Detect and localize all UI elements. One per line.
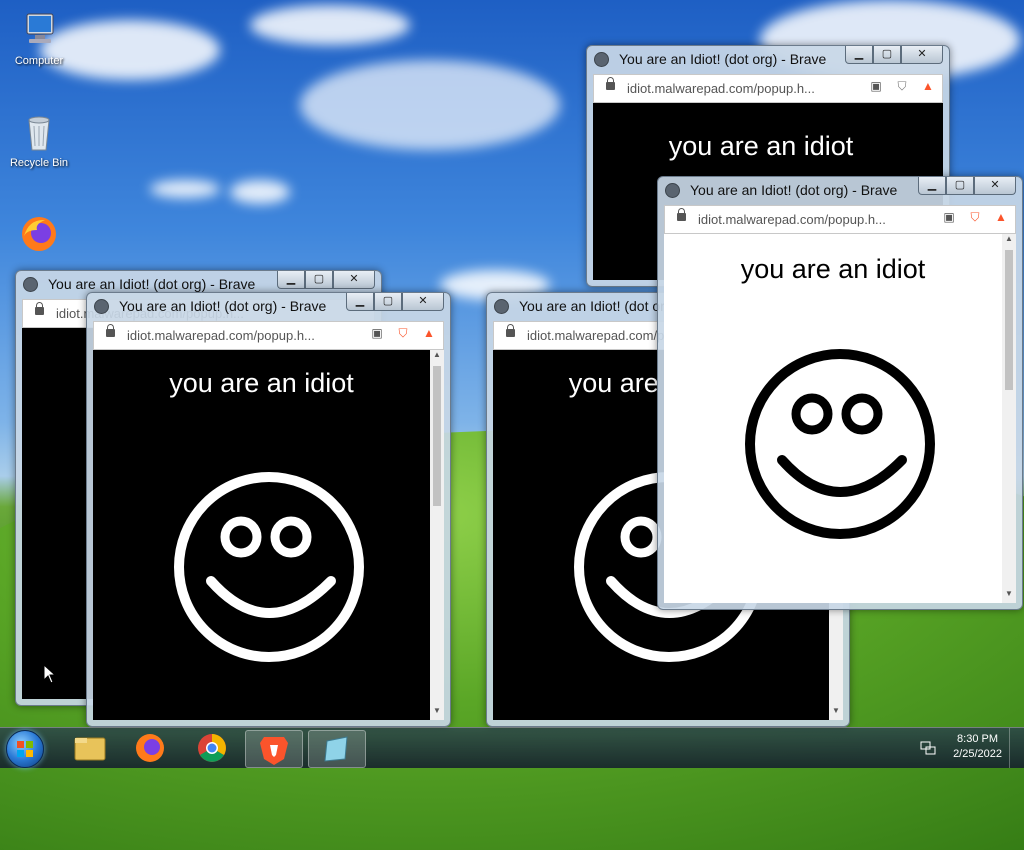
close-button[interactable]: ✕ [974, 177, 1016, 195]
globe-icon [665, 183, 680, 198]
window-titlebar[interactable]: You are an Idiot! (dot org) - Brave ▁ ▢ … [587, 46, 949, 72]
scroll-down-arrow[interactable]: ▼ [829, 706, 843, 720]
maximize-button[interactable]: ▢ [946, 177, 974, 195]
brave-icon [260, 737, 288, 765]
minimize-button[interactable]: ▁ [346, 293, 374, 311]
desktop-icon-label: Computer [14, 55, 64, 67]
taskbar: 8:30 PM 2/25/2022 [0, 727, 1024, 768]
scroll-up-arrow[interactable]: ▲ [430, 350, 444, 364]
network-icon[interactable] [920, 740, 936, 756]
taskbar-window-switcher[interactable] [308, 730, 366, 768]
clock-date: 2/25/2022 [953, 748, 1002, 760]
idiot-message: you are an idiot [668, 131, 854, 161]
show-desktop-button[interactable] [1009, 728, 1024, 768]
idiot-message: you are an idiot [169, 368, 354, 398]
taskbar-firefox[interactable] [122, 730, 178, 766]
lock-icon [606, 77, 615, 90]
minimize-button[interactable]: ▁ [845, 46, 873, 64]
lock-icon [106, 324, 115, 337]
taskbar-chrome[interactable] [184, 730, 240, 766]
lock-icon [35, 302, 44, 315]
brave-rewards-icon[interactable]: ▲ [920, 78, 936, 94]
maximize-button[interactable]: ▢ [374, 293, 402, 311]
url-text: idiot.malwarepad.com/popup.h... [698, 212, 886, 227]
close-button[interactable]: ✕ [901, 46, 943, 64]
brave-rewards-icon[interactable]: ▲ [993, 209, 1009, 225]
close-button[interactable]: ✕ [402, 293, 444, 311]
taskbar-file-explorer[interactable] [62, 730, 118, 766]
brave-shield-icon[interactable]: ⛉ [967, 209, 983, 225]
window-title: You are an Idiot! (dot org) - Brave [119, 298, 327, 314]
scrollbar-thumb[interactable] [1005, 250, 1013, 390]
scroll-down-arrow[interactable]: ▼ [1002, 589, 1016, 603]
idiot-message: you are an idiot [740, 254, 926, 284]
system-tray: 8:30 PM 2/25/2022 [914, 728, 1024, 768]
site-settings-icon[interactable]: ▣ [369, 325, 385, 341]
start-button[interactable] [6, 730, 44, 768]
desktop-icon-computer[interactable]: Computer [4, 10, 74, 67]
close-button[interactable]: ✕ [333, 271, 375, 289]
scrollbar-thumb[interactable] [433, 366, 441, 506]
lock-icon [506, 324, 515, 337]
globe-icon [494, 299, 509, 314]
site-settings-icon[interactable]: ▣ [868, 78, 884, 94]
address-bar[interactable]: idiot.malwarepad.com/popup.h... ▣ ⛉ ▲ [93, 321, 444, 350]
popup-window-left-front[interactable]: You are an Idiot! (dot org) - Brave ▁ ▢ … [86, 292, 451, 727]
window-switcher-icon [324, 736, 348, 762]
scroll-up-arrow[interactable]: ▲ [1002, 234, 1016, 248]
page-content: you are an idiot ▲ ▼ [664, 234, 1016, 603]
lock-icon [677, 208, 686, 221]
url-text: idiot.malwarepad.com/popup.h... [627, 81, 815, 96]
windows-logo-icon [17, 741, 33, 757]
chrome-icon [198, 734, 226, 762]
url-text: idiot.malwarepad.com/popup.h... [127, 328, 315, 343]
vertical-scrollbar[interactable]: ▲ ▼ [430, 350, 444, 720]
minimize-button[interactable]: ▁ [277, 271, 305, 289]
taskbar-brave[interactable] [245, 730, 303, 768]
recycle-bin-icon [28, 116, 50, 151]
vertical-scrollbar[interactable]: ▲ ▼ [1002, 234, 1016, 603]
clock[interactable]: 8:30 PM 2/25/2022 [953, 732, 1002, 762]
firefox-icon [22, 217, 56, 251]
maximize-button[interactable]: ▢ [305, 271, 333, 289]
scroll-down-arrow[interactable]: ▼ [430, 706, 444, 720]
clock-time: 8:30 PM [957, 733, 999, 745]
window-titlebar[interactable]: You are an Idiot! (dot org) - Brave ▁ ▢ … [658, 177, 1022, 203]
computer-icon [26, 13, 54, 43]
smiley-face-icon [174, 472, 364, 662]
firefox-icon [136, 734, 164, 762]
window-title: You are an Idiot! (dot org) - Brave [48, 276, 256, 292]
smiley-face-icon [745, 349, 935, 539]
brave-shield-icon[interactable]: ⛉ [894, 78, 910, 94]
desktop-icon-recycle-bin[interactable]: Recycle Bin [4, 112, 74, 169]
window-title: You are an Idiot! (dot org) - Brave [690, 182, 898, 198]
window-titlebar[interactable]: You are an Idiot! (dot org) - Brave ▁ ▢ … [87, 293, 450, 319]
desktop-icon-firefox[interactable] [4, 214, 74, 259]
globe-icon [594, 52, 609, 67]
popup-window-right-front[interactable]: You are an Idiot! (dot org) - Brave ▁ ▢ … [657, 176, 1023, 610]
maximize-button[interactable]: ▢ [873, 46, 901, 64]
brave-shield-icon[interactable]: ⛉ [395, 325, 411, 341]
globe-icon [94, 299, 109, 314]
window-title: You are an Idiot! (dot org) - Brave [619, 51, 827, 67]
desktop-icon-label: Recycle Bin [9, 157, 69, 169]
address-bar[interactable]: idiot.malwarepad.com/popup.h... ▣ ⛉ ▲ [664, 205, 1016, 234]
file-explorer-icon [74, 737, 106, 761]
globe-icon [23, 277, 38, 292]
page-content: you are an idiot ▲ ▼ [93, 350, 444, 720]
mouse-cursor-icon [43, 664, 57, 684]
brave-rewards-icon[interactable]: ▲ [421, 325, 437, 341]
address-bar[interactable]: idiot.malwarepad.com/popup.h... ▣ ⛉ ▲ [593, 74, 943, 103]
site-settings-icon[interactable]: ▣ [941, 209, 957, 225]
minimize-button[interactable]: ▁ [918, 177, 946, 195]
